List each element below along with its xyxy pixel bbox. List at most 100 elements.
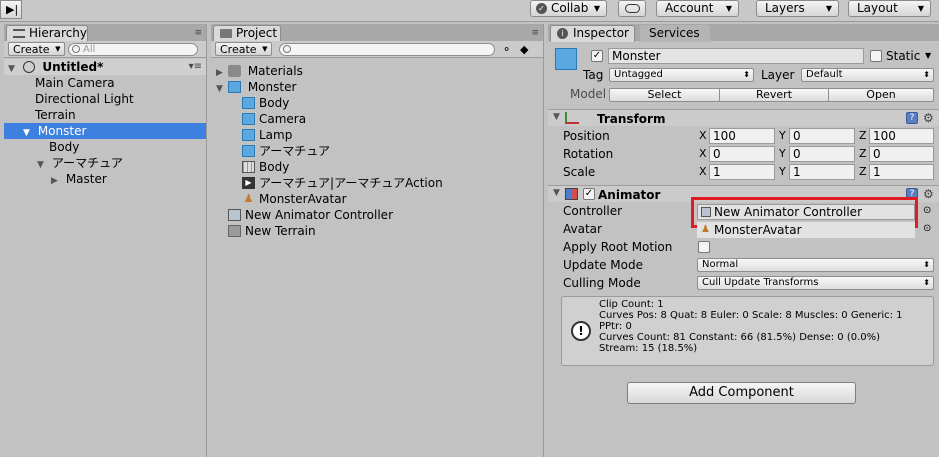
tab-services[interactable]: Services bbox=[640, 25, 710, 42]
help-book-icon[interactable]: ? bbox=[906, 112, 918, 124]
scene-name: Untitled* bbox=[42, 60, 104, 74]
gear-icon[interactable]: ⚙ bbox=[923, 112, 934, 124]
transform-header[interactable]: ▼ Transform ? ⚙ bbox=[548, 109, 939, 126]
gameobject-cube-icon bbox=[555, 48, 577, 70]
project-item[interactable]: Lamp bbox=[211, 127, 543, 143]
active-checkbox[interactable]: ✓ bbox=[591, 50, 603, 62]
triangle-down-icon[interactable]: ▼ bbox=[553, 188, 560, 198]
hierarchy-search-input[interactable]: All bbox=[68, 43, 198, 56]
layers-button[interactable]: Layers ▼ bbox=[756, 0, 839, 17]
object-picker-icon[interactable]: ⊙ bbox=[923, 223, 931, 234]
panel-menu-icon[interactable]: ≡ bbox=[194, 28, 202, 38]
project-item[interactable]: ▼ Monster bbox=[211, 79, 543, 95]
axis-z-label: Z bbox=[859, 165, 867, 178]
scene-menu-icon[interactable]: ▾≡ bbox=[189, 59, 202, 75]
chevron-down-icon: ▼ bbox=[917, 4, 924, 13]
step-button[interactable]: ▶| bbox=[0, 0, 22, 19]
update-mode-dropdown[interactable]: Normal ⬍ bbox=[697, 258, 934, 272]
add-component-button[interactable]: Add Component bbox=[627, 382, 856, 404]
hierarchy-tabbar: Hierarchy ≡ bbox=[4, 24, 206, 42]
hierarchy-item-selected[interactable]: ▼ Monster bbox=[4, 123, 206, 139]
controller-label: Controller bbox=[563, 204, 623, 218]
folder-icon bbox=[228, 65, 241, 77]
position-y-field[interactable]: 0 bbox=[789, 128, 855, 144]
project-item[interactable]: New Animator Controller bbox=[211, 207, 543, 223]
project-item[interactable]: Camera bbox=[211, 111, 543, 127]
cloud-button[interactable] bbox=[618, 0, 646, 17]
step-icon: ▶| bbox=[6, 3, 19, 16]
culling-mode-dropdown[interactable]: Cull Update Transforms ⬍ bbox=[697, 276, 934, 290]
filter-by-label-icon[interactable]: ◆ bbox=[520, 43, 528, 56]
account-button[interactable]: Account ▼ bbox=[656, 0, 739, 17]
tab-inspector-label: Inspector bbox=[573, 26, 629, 40]
model-revert-button[interactable]: Revert bbox=[719, 88, 829, 102]
hierarchy-item[interactable]: ▼ アーマチュア bbox=[4, 155, 206, 171]
hierarchy-item[interactable]: Body bbox=[4, 139, 206, 155]
project-item[interactable]: New Terrain bbox=[211, 223, 543, 239]
tag-dropdown[interactable]: Untagged ⬍ bbox=[609, 68, 754, 82]
project-item[interactable]: ▶ Materials bbox=[211, 63, 543, 79]
position-x-field[interactable]: 100 bbox=[709, 128, 775, 144]
project-item-label: Monster bbox=[247, 80, 297, 94]
panel-menu-icon[interactable]: ≡ bbox=[531, 28, 539, 38]
hierarchy-item[interactable]: ▶ Master bbox=[4, 171, 206, 187]
animator-enabled-checkbox[interactable]: ✓ bbox=[583, 188, 595, 200]
project-item-label: Lamp bbox=[259, 128, 293, 142]
project-item[interactable]: Body bbox=[211, 95, 543, 111]
filter-by-type-icon[interactable]: ⚬ bbox=[502, 43, 511, 56]
rotation-x-field[interactable]: 0 bbox=[709, 146, 775, 162]
hierarchy-item[interactable]: Terrain bbox=[4, 107, 206, 123]
tab-hierarchy[interactable]: Hierarchy bbox=[6, 25, 88, 42]
scale-x-field[interactable]: 1 bbox=[709, 164, 775, 180]
static-checkbox[interactable] bbox=[870, 50, 882, 62]
open-label: Open bbox=[866, 88, 896, 101]
hierarchy-panel: Hierarchy ≡ Create ▼ All ▼ Untitled* ▾≡ … bbox=[4, 24, 207, 457]
project-tabbar: Project ≡ bbox=[211, 24, 543, 42]
rotation-y-field[interactable]: 0 bbox=[789, 146, 855, 162]
field-value: 1 bbox=[793, 165, 801, 179]
project-item[interactable]: ♟ MonsterAvatar bbox=[211, 191, 543, 207]
triangle-down-icon[interactable]: ▼ bbox=[553, 112, 560, 122]
object-name-value: Monster bbox=[612, 49, 661, 63]
triangle-right-icon[interactable]: ▶ bbox=[51, 173, 62, 189]
tab-hierarchy-label: Hierarchy bbox=[29, 26, 88, 40]
project-item[interactable]: Body bbox=[211, 159, 543, 175]
object-picker-icon[interactable]: ⊙ bbox=[923, 205, 931, 216]
scene-row[interactable]: ▼ Untitled* ▾≡ bbox=[4, 59, 206, 75]
rotation-z-field[interactable]: 0 bbox=[869, 146, 934, 162]
project-search-input[interactable] bbox=[279, 43, 495, 56]
hierarchy-tools: Create ▼ All bbox=[4, 41, 206, 58]
scale-z-field[interactable]: 1 bbox=[869, 164, 934, 180]
gear-icon[interactable]: ⚙ bbox=[923, 188, 934, 200]
grid-mesh-icon bbox=[242, 161, 255, 173]
project-create-button[interactable]: Create ▼ bbox=[215, 42, 272, 56]
animator-title: Animator bbox=[598, 188, 661, 202]
hierarchy-item[interactable]: Main Camera bbox=[4, 75, 206, 91]
axis-x-label: X bbox=[699, 147, 707, 160]
collab-button[interactable]: ✓ Collab ▼ bbox=[530, 0, 607, 17]
animation-clip-icon: ▶ bbox=[242, 177, 255, 189]
scale-y-field[interactable]: 1 bbox=[789, 164, 855, 180]
avatar-label: Avatar bbox=[563, 222, 602, 236]
hierarchy-item-label: アーマチュア bbox=[51, 156, 123, 170]
collab-label: Collab bbox=[551, 1, 589, 15]
add-component-label: Add Component bbox=[689, 385, 794, 400]
hierarchy-create-button[interactable]: Create ▼ bbox=[8, 42, 65, 56]
apply-root-motion-label: Apply Root Motion bbox=[563, 240, 673, 254]
project-item[interactable]: ▶ アーマチュア|アーマチュアAction bbox=[211, 175, 543, 191]
avatar-field[interactable]: ♟ MonsterAvatar bbox=[697, 222, 915, 238]
position-z-field[interactable]: 100 bbox=[869, 128, 934, 144]
model-open-button[interactable]: Open bbox=[828, 88, 934, 102]
layer-dropdown[interactable]: Default ⬍ bbox=[801, 68, 934, 82]
project-item[interactable]: アーマチュア bbox=[211, 143, 543, 159]
apply-root-motion-checkbox[interactable] bbox=[698, 241, 710, 253]
layout-button[interactable]: Layout ▼ bbox=[848, 0, 931, 17]
model-label: Model bbox=[570, 87, 607, 101]
tab-project[interactable]: Project bbox=[213, 25, 281, 42]
transform-axes-icon bbox=[565, 112, 579, 124]
hierarchy-item[interactable]: Directional Light bbox=[4, 91, 206, 107]
object-name-field[interactable]: Monster bbox=[608, 48, 864, 64]
chevron-down-icon[interactable]: ▼ bbox=[925, 51, 931, 60]
tab-inspector[interactable]: i Inspector bbox=[550, 25, 635, 42]
model-select-button[interactable]: Select bbox=[609, 88, 720, 102]
